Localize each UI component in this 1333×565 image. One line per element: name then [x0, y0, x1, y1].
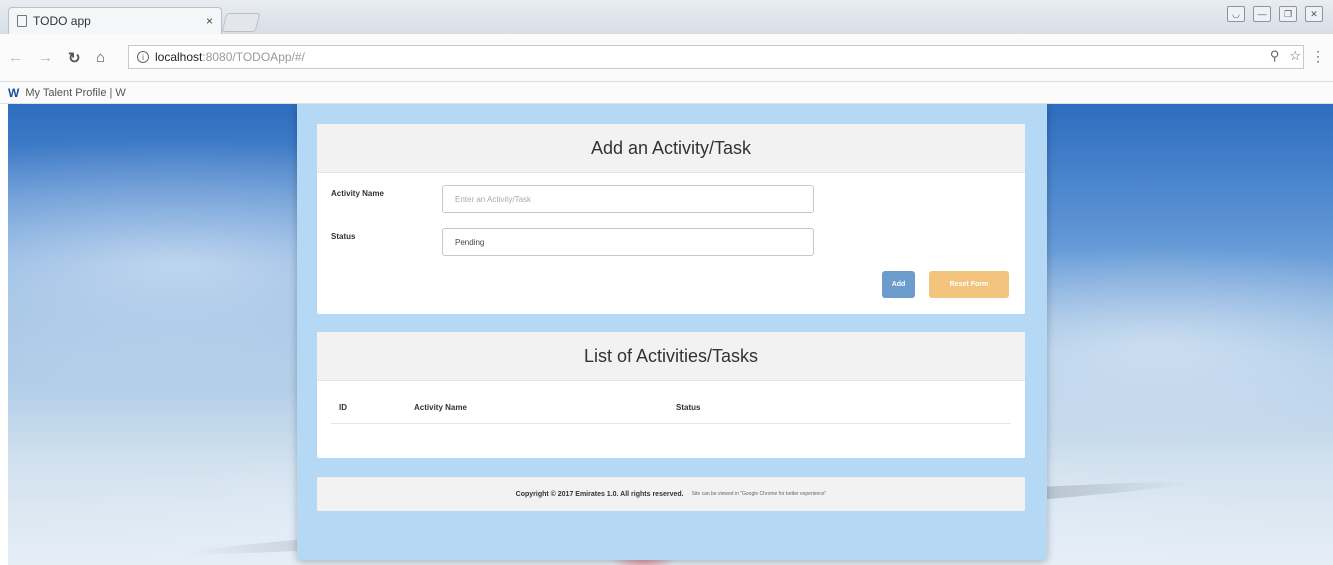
- new-tab-button[interactable]: [221, 13, 261, 32]
- zoom-magnifier-icon[interactable]: ⚲: [1270, 48, 1280, 64]
- activity-name-input[interactable]: [442, 185, 814, 213]
- bookmark-logo-icon: W: [8, 85, 20, 100]
- home-icon[interactable]: ⌂: [96, 49, 105, 66]
- activities-table: ID Activity Name Status: [331, 390, 1011, 424]
- url-path: :8080/TODOApp/#/: [202, 50, 305, 64]
- add-panel-heading: Add an Activity/Task: [317, 124, 1025, 173]
- page-icon: [17, 15, 27, 27]
- tab-title: TODO app: [33, 14, 91, 28]
- activities-list-panel: List of Activities/Tasks ID Activity Nam…: [317, 332, 1025, 458]
- add-activity-panel: Add an Activity/Task Activity Name Statu…: [317, 124, 1025, 314]
- minimize-icon[interactable]: —: [1253, 6, 1271, 22]
- page-footer: Copyright © 2017 Emirates 1.0. All right…: [317, 477, 1025, 511]
- column-header-activity-name: Activity Name: [414, 403, 467, 412]
- footer-browser-note: Site can be viewed in "Google Chrome for…: [691, 491, 827, 497]
- browser-tabstrip: TODO app × ◡ — ❐ ✕: [0, 0, 1333, 34]
- column-header-status: Status: [676, 403, 701, 412]
- bookmark-star-icon[interactable]: ☆: [1289, 48, 1301, 64]
- window-controls: ◡ — ❐ ✕: [1227, 6, 1323, 22]
- forward-arrow-icon[interactable]: →: [38, 49, 53, 66]
- bookmark-talent-profile[interactable]: My Talent Profile | W: [25, 87, 125, 99]
- add-button[interactable]: Add: [882, 271, 915, 298]
- status-input[interactable]: [442, 228, 814, 256]
- menu-dots-icon[interactable]: ⋮: [1311, 48, 1325, 65]
- bookmarks-bar: W My Talent Profile | W: [0, 82, 1333, 104]
- status-label: Status: [331, 232, 356, 241]
- user-icon[interactable]: ◡: [1227, 6, 1245, 22]
- activity-name-label: Activity Name: [331, 189, 384, 198]
- activity-name-row: Activity Name: [331, 185, 1011, 213]
- app-container: Add an Activity/Task Activity Name Statu…: [297, 104, 1047, 560]
- omnibox-icons: ⚲ ☆: [1270, 48, 1301, 64]
- url-host: localhost: [155, 50, 203, 64]
- info-icon[interactable]: i: [137, 51, 149, 63]
- column-header-id: ID: [339, 403, 347, 412]
- reset-form-button[interactable]: Reset Form: [929, 271, 1009, 298]
- reload-icon[interactable]: ↻: [68, 49, 81, 67]
- back-arrow-icon[interactable]: ←: [8, 49, 23, 66]
- browser-tab[interactable]: TODO app ×: [8, 7, 222, 34]
- page-viewport: Add an Activity/Task Activity Name Statu…: [8, 104, 1333, 565]
- address-bar[interactable]: i localhost:8080/TODOApp/#/: [128, 45, 1304, 69]
- footer-copyright: Copyright © 2017 Emirates 1.0. All right…: [515, 490, 684, 498]
- close-window-icon[interactable]: ✕: [1305, 6, 1323, 22]
- table-header-row: ID Activity Name Status: [331, 390, 1011, 424]
- restore-icon[interactable]: ❐: [1279, 6, 1297, 22]
- list-panel-heading: List of Activities/Tasks: [317, 332, 1025, 381]
- browser-toolbar: ← → ↻ ⌂ i localhost:8080/TODOApp/#/ ⚲ ☆ …: [0, 34, 1333, 82]
- tab-close-icon[interactable]: ×: [206, 14, 213, 28]
- status-row: Status: [331, 228, 1011, 256]
